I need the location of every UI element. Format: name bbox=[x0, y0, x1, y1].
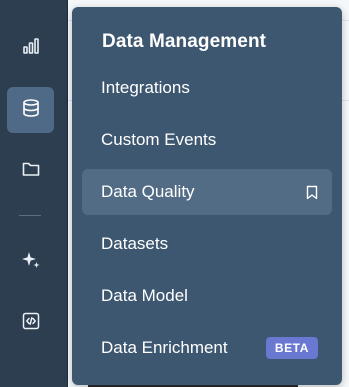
rail-divider bbox=[19, 215, 41, 216]
code-icon bbox=[22, 312, 40, 335]
beta-badge: BETA bbox=[265, 337, 318, 359]
menu-item-data-quality[interactable]: Data Quality bbox=[82, 169, 332, 215]
menu-item-label: Custom Events bbox=[101, 130, 217, 149]
menu-item-data-model[interactable]: Data Model bbox=[82, 273, 332, 319]
menu-item-datasets[interactable]: Datasets bbox=[82, 221, 332, 267]
left-nav-rail bbox=[0, 0, 68, 387]
menu-item-integrations[interactable]: Integrations bbox=[82, 65, 332, 111]
rail-item-data-management[interactable] bbox=[7, 87, 54, 133]
menu-item-label: Data Model bbox=[101, 286, 188, 305]
menu-item-label: Data Enrichment bbox=[101, 338, 228, 357]
data-management-flyout: Data Management Integrations Custom Even… bbox=[72, 7, 342, 385]
sparkle-icon bbox=[21, 250, 41, 275]
rail-item-ai[interactable] bbox=[7, 239, 54, 285]
menu-item-data-enrichment[interactable]: Data Enrichment BETA bbox=[82, 325, 332, 371]
menu-item-label: Data Quality bbox=[101, 182, 195, 201]
flyout-title: Data Management bbox=[102, 31, 267, 52]
folder-icon bbox=[22, 161, 40, 182]
bar-chart-icon bbox=[22, 37, 40, 60]
rail-item-reports[interactable] bbox=[7, 25, 54, 71]
menu-item-custom-events[interactable]: Custom Events bbox=[82, 117, 332, 163]
rail-item-files[interactable] bbox=[7, 148, 54, 194]
database-icon bbox=[21, 98, 41, 123]
menu-item-label: Integrations bbox=[101, 78, 190, 97]
menu-item-label: Datasets bbox=[101, 234, 169, 253]
rail-item-developer[interactable] bbox=[7, 300, 54, 346]
bookmark-icon[interactable] bbox=[306, 185, 318, 200]
